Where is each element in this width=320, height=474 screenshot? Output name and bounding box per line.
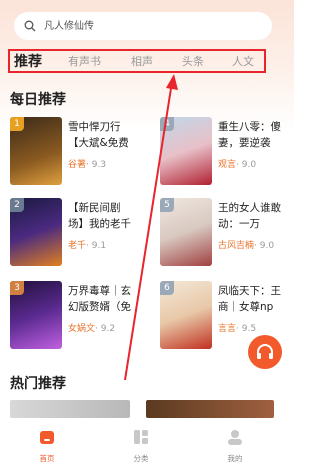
book-title: 场】我的老千 [68,218,131,230]
search-icon [24,20,36,32]
book-title: 商｜女尊np [218,301,274,313]
daily-title: 每日推荐 [10,92,66,108]
book-score: · 9.3 [86,160,107,170]
tab-audiobook[interactable]: 有声书 [68,53,101,69]
book-meta: 言言· 9.5 [218,321,256,334]
hot-title: 热门推荐 [10,376,66,392]
nav-label: 分类 [133,454,149,463]
rank-badge: 3 [10,281,24,295]
rank-badge: 2 [10,198,24,212]
book-title: 【大斌&免费 [68,137,129,149]
hot-list-preview [10,400,294,418]
book-title: 【新民间剧 [68,202,121,214]
book-item[interactable]: 2 【新民间剧 场】我的老千 老千· 9.1 [10,198,160,268]
hot-cover[interactable] [10,400,130,418]
rank-badge: 1 [10,117,24,131]
hot-cover[interactable] [146,400,274,418]
book-title: 雪中悍刀行 [68,121,121,133]
book-author: 观言 [218,160,237,170]
category-icon [134,430,148,444]
book-title: 万界毒尊｜玄 [68,285,131,297]
book-score: · 9.0 [254,241,275,251]
book-cover: 6 [160,281,212,349]
rank-badge: 6 [160,281,174,295]
book-meta: 古风吉楠· 9.0 [218,238,274,251]
book-meta: 老千· 9.1 [68,238,106,251]
book-title: 动：一万 [218,218,260,230]
book-score: · 9.1 [86,241,107,251]
book-cover: 2 [10,198,62,266]
category-tabs: 推荐 有声书 相声 头条 人文 [8,49,266,73]
book-author: 老千 [68,241,87,251]
book-title: 幻版赘婿（免 [68,301,131,313]
profile-icon [228,430,242,445]
tab-recommend[interactable]: 推荐 [14,51,42,71]
listening-button[interactable] [248,335,282,369]
book-meta: 谷著· 9.3 [68,157,106,170]
book-cover: 4 [160,117,212,185]
home-icon [40,431,54,444]
rank-badge: 5 [160,198,174,212]
nav-category[interactable]: 分类 [111,428,171,464]
tab-crosstalk[interactable]: 相声 [131,53,153,69]
book-title: 重生八零：傻 [218,121,281,133]
book-meta: 女娲文· 9.2 [68,321,115,334]
book-item[interactable]: 5 王的女人谁敢 动：一万 古风吉楠· 9.0 [160,198,294,268]
book-title: 王的女人谁敢 [218,202,281,214]
bottom-navigation: 首页 分类 我的 [0,418,294,474]
book-author: 言言 [218,324,237,334]
book-item[interactable]: 1 雪中悍刀行 【大斌&免费 谷著· 9.3 [10,117,160,187]
book-cover: 3 [10,281,62,349]
book-cover: 5 [160,198,212,266]
book-item[interactable]: 4 重生八零：傻 妻，要逆袭 观言· 9.0 [160,117,294,187]
book-cover: 1 [10,117,62,185]
headphones-icon [257,344,273,359]
book-title: 凤临天下：王 [218,285,281,297]
tab-humanities[interactable]: 人文 [232,53,254,69]
book-author: 女娲文 [68,324,96,334]
book-score: · 9.2 [95,324,116,334]
nav-label: 首页 [39,454,55,463]
book-score: · 9.5 [236,324,257,334]
book-author: 谷著 [68,160,87,170]
book-author: 古风吉楠 [218,241,255,251]
nav-label: 我的 [227,454,243,463]
book-item[interactable]: 3 万界毒尊｜玄 幻版赘婿（免 女娲文· 9.2 [10,281,160,351]
book-score: · 9.0 [236,160,257,170]
nav-profile[interactable]: 我的 [205,428,265,464]
tab-headlines[interactable]: 头条 [182,53,204,69]
search-input[interactable] [42,19,256,33]
search-bar[interactable] [14,12,272,40]
book-meta: 观言· 9.0 [218,157,256,170]
book-title: 妻，要逆袭 [218,137,271,149]
nav-home[interactable]: 首页 [17,428,77,464]
rank-badge: 4 [160,117,174,131]
